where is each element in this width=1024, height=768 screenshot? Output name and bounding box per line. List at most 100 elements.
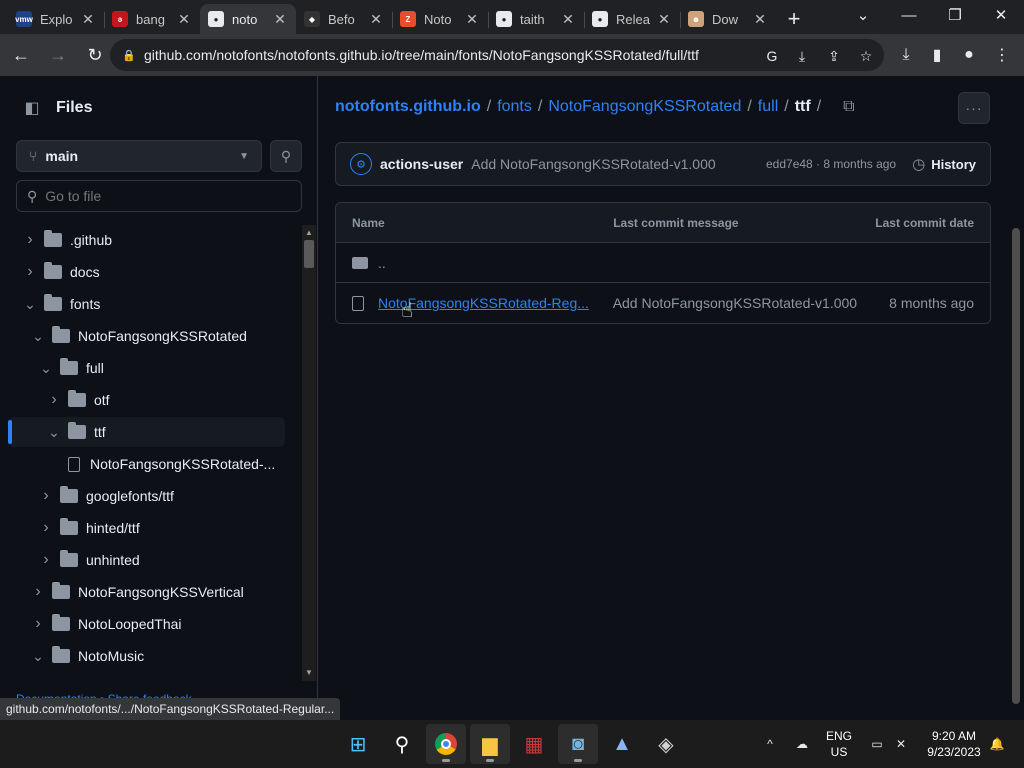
bookmark-star-icon[interactable]: ☆ (854, 44, 878, 68)
row-commit-message[interactable]: Add NotoFangsongKSSRotated-v1.000 (597, 295, 857, 311)
tree-folder-item[interactable]: ⌄ ttf (8, 417, 285, 447)
collapse-sidebar-icon[interactable]: ◧ (16, 92, 48, 124)
app-cube-icon[interactable]: ◈ (646, 724, 686, 764)
back-icon[interactable]: ← (5, 39, 37, 71)
go-to-file-field[interactable]: ⚲ (16, 180, 302, 212)
browser-tab[interactable]: ● Relea ✕ (584, 4, 680, 34)
scroll-down-icon[interactable]: ▼ (302, 665, 316, 679)
browser-tab[interactable]: ☻ Dow ✕ (680, 4, 776, 34)
volume-muted-icon[interactable]: ✕ (892, 720, 910, 768)
app-triangle-icon[interactable]: ▲ (602, 724, 642, 764)
scroll-up-icon[interactable]: ▲ (302, 225, 316, 239)
chevron-down-icon[interactable]: ⌄ (46, 424, 62, 441)
share-icon[interactable]: ⇪ (822, 44, 846, 68)
onedrive-icon[interactable]: ☁ (792, 720, 812, 768)
tree-folder-item[interactable]: › NotoFangsongKSSVertical (8, 577, 285, 607)
address-bar[interactable]: 🔒 github.com/notofonts/notofonts.github.… (110, 39, 884, 71)
browser-tab[interactable]: ● noto ✕ (200, 4, 296, 34)
close-tab-icon[interactable]: ✕ (656, 11, 672, 28)
chevron-right-icon[interactable]: › (22, 263, 38, 281)
tree-scroll-thumb[interactable] (304, 240, 314, 268)
chevron-right-icon[interactable]: › (38, 487, 54, 505)
breadcrumb-repo-link[interactable]: notofonts.github.io (335, 98, 481, 116)
chevron-down-icon[interactable]: ⌄ (22, 296, 38, 313)
browser-tab[interactable]: Z Noto ✕ (392, 4, 488, 34)
tree-folder-item[interactable]: ⌄ fonts (8, 289, 285, 319)
tree-folder-item[interactable]: › NotoLoopedThai (8, 609, 285, 639)
chevron-right-icon[interactable]: › (22, 231, 38, 249)
browser-tab[interactable]: vmw Explo ✕ (8, 4, 104, 34)
system-clock[interactable]: 9:20 AM 9/23/2023 (920, 728, 988, 760)
close-window-icon[interactable]: ✕ (978, 0, 1024, 30)
history-button[interactable]: ◷ History (912, 155, 976, 173)
tree-scrollbar[interactable] (302, 225, 316, 681)
windows-start-icon[interactable]: ⊞ (338, 724, 378, 764)
show-hidden-icons-icon[interactable]: ^ (760, 720, 780, 768)
remote-desktop-icon[interactable]: ◙ (558, 724, 598, 764)
copy-path-icon[interactable]: ⧉ (843, 98, 854, 116)
commit-message[interactable]: Add NotoFangsongKSSRotated-v1.000 (471, 156, 715, 172)
breadcrumb-full-link[interactable]: full (758, 98, 778, 116)
breadcrumb-fonts-link[interactable]: fonts (497, 98, 532, 116)
chrome-icon[interactable] (426, 724, 466, 764)
browser-tab[interactable]: ● taith ✕ (488, 4, 584, 34)
chevron-right-icon[interactable]: › (30, 615, 46, 633)
chevron-down-icon[interactable]: ⌄ (30, 648, 46, 665)
profile-icon[interactable]: ● (955, 39, 983, 71)
branch-selector[interactable]: ⑂ main ▼ (16, 140, 262, 172)
chevron-right-icon[interactable]: › (38, 519, 54, 537)
close-tab-icon[interactable]: ✕ (368, 11, 384, 28)
forward-icon[interactable]: → (42, 39, 74, 71)
language-indicator[interactable]: ENG US (822, 728, 856, 760)
file-explorer-icon[interactable]: ▆ (470, 724, 510, 764)
tree-item-label: NotoLoopedThai (78, 616, 182, 632)
browser-tab[interactable]: ◆ Befo ✕ (296, 4, 392, 34)
avatar[interactable]: ⚙ (350, 153, 372, 175)
tree-folder-item[interactable]: › hinted/ttf (8, 513, 285, 543)
page-scroll-thumb[interactable] (1012, 228, 1020, 704)
chevron-right-icon[interactable]: › (38, 551, 54, 569)
tree-folder-item[interactable]: ⌄ full (8, 353, 285, 383)
restore-icon[interactable]: ❐ (932, 0, 978, 30)
minimize-icon[interactable]: — (886, 0, 932, 30)
reload-icon[interactable]: ↻ (79, 39, 111, 71)
breadcrumb-notofangsong-link[interactable]: NotoFangsongKSSRotated (548, 98, 741, 116)
close-tab-icon[interactable]: ✕ (272, 11, 288, 28)
search-icon[interactable]: ⚲ (382, 724, 422, 764)
tree-file-item[interactable]: NotoFangsongKSSRotated-... (8, 449, 285, 479)
downloads-icon[interactable]: ⤓ (892, 39, 920, 71)
chevron-down-icon[interactable]: ⌄ (38, 360, 54, 377)
close-tab-icon[interactable]: ✕ (752, 11, 768, 28)
chevron-down-icon[interactable]: ⌄ (30, 328, 46, 345)
winrar-icon[interactable]: ▦ (514, 724, 554, 764)
close-tab-icon[interactable]: ✕ (80, 11, 96, 28)
tree-folder-item[interactable]: ⌄ NotoMusic (8, 641, 285, 671)
google-lens-icon[interactable]: G (760, 44, 784, 68)
chevron-right-icon[interactable]: › (46, 391, 62, 409)
install-app-icon[interactable]: ⤓ (790, 44, 814, 68)
tree-folder-item[interactable]: › googlefonts/ttf (8, 481, 285, 511)
tree-folder-item[interactable]: › otf (8, 385, 285, 415)
new-tab-button[interactable]: + (776, 4, 812, 34)
browser-tab[interactable]: ǝ bang ✕ (104, 4, 200, 34)
close-tab-icon[interactable]: ✕ (464, 11, 480, 28)
tree-folder-item[interactable]: ⌄ NotoFangsongKSSRotated (8, 321, 285, 351)
parent-directory-link[interactable]: .. (378, 255, 386, 271)
commit-meta[interactable]: edd7e48 · 8 months ago (766, 157, 896, 171)
side-panel-icon[interactable]: ▮ (923, 39, 951, 71)
close-tab-icon[interactable]: ✕ (560, 11, 576, 28)
menu-icon[interactable]: ⋮ (988, 39, 1016, 71)
network-icon[interactable]: ▭ (868, 720, 886, 768)
tree-folder-item[interactable]: › docs (8, 257, 285, 287)
search-code-button[interactable]: ⚲ (270, 140, 302, 172)
tree-folder-item[interactable]: › unhinted (8, 545, 285, 575)
notification-bell-icon[interactable]: 🔔 (988, 720, 1006, 768)
tab-search-icon[interactable]: ⌄ (840, 0, 886, 30)
parent-directory-row[interactable]: .. (336, 243, 990, 283)
commit-author[interactable]: actions-user (380, 156, 463, 172)
go-to-file-input[interactable] (45, 188, 286, 204)
more-options-button[interactable]: ··· (958, 92, 990, 124)
tree-folder-item[interactable]: › .github (8, 225, 285, 255)
close-tab-icon[interactable]: ✕ (176, 11, 192, 28)
chevron-right-icon[interactable]: › (30, 583, 46, 601)
